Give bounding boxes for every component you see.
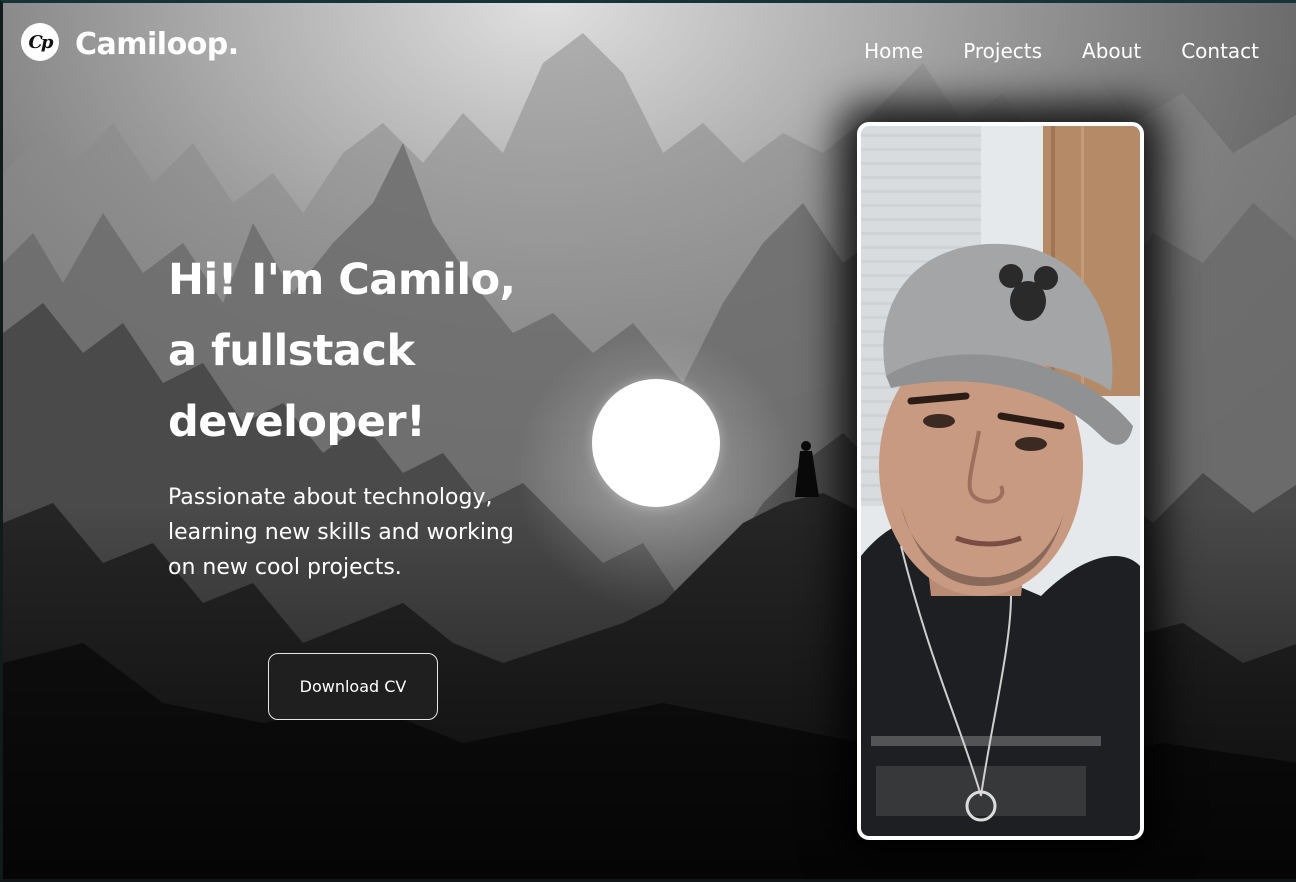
nav-link-projects[interactable]: Projects [963, 39, 1042, 63]
download-cv-button[interactable]: Download CV [268, 653, 438, 720]
headline-line: developer! [168, 397, 426, 447]
navbar: Cp Camiloop. Home Projects About Contact [3, 3, 1296, 103]
page-frame: Cp Camiloop. Home Projects About Contact… [0, 0, 1296, 882]
nav-link-home[interactable]: Home [864, 39, 923, 63]
hero-headline: Hi! I'm Camilo, a fullstack developer! [168, 245, 588, 458]
nav-link-contact[interactable]: Contact [1181, 39, 1259, 63]
nav-link-about[interactable]: About [1082, 39, 1141, 63]
hero-section: Hi! I'm Camilo, a fullstack developer! P… [168, 245, 588, 585]
profile-photo-illustration [861, 126, 1140, 836]
profile-photo [857, 122, 1144, 840]
brand-name[interactable]: Camiloop. [75, 27, 239, 62]
headline-line: Hi! I'm Camilo, [168, 255, 516, 305]
logo-icon[interactable]: Cp [21, 23, 59, 61]
nav-links: Home Projects About Contact [864, 39, 1259, 63]
hero-tagline: Passionate about technology, learning ne… [168, 485, 514, 580]
logo-initials: Cp [28, 31, 54, 53]
headline-line: a fullstack [168, 326, 415, 376]
moon-circle [592, 379, 720, 507]
